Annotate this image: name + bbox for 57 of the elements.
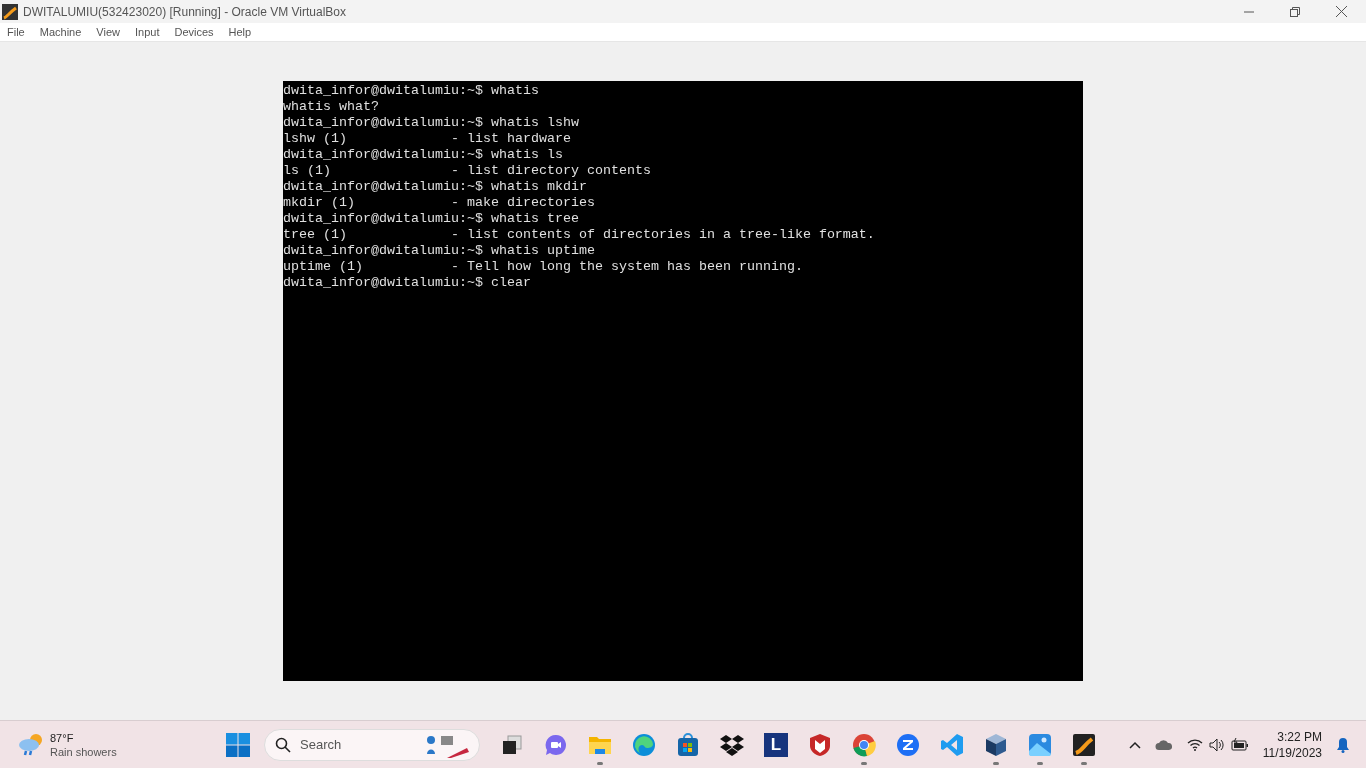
menu-item[interactable]: File <box>7 23 25 41</box>
window-title: DWITALUMIU(532423020) [Running] - Oracle VM VirtualBox <box>23 3 347 21</box>
chrome-icon <box>852 732 876 757</box>
taskbar-app-button[interactable]: L <box>758 722 794 767</box>
store-bag-icon <box>677 732 699 757</box>
menu-item[interactable]: Input <box>134 23 160 41</box>
app-logo-icon <box>2 3 18 20</box>
terminal-line: dwita_infor@dwitalumiu:~$ clear <box>283 275 531 291</box>
battery-icon[interactable] <box>1230 737 1249 752</box>
video-chat-icon <box>544 732 568 757</box>
running-indicator <box>597 761 603 765</box>
close-icon <box>1335 6 1347 17</box>
bell-icon[interactable] <box>1336 736 1350 753</box>
cloud-icon[interactable] <box>1154 738 1173 751</box>
search-icon <box>275 736 291 753</box>
menu-item[interactable]: Help <box>228 23 252 41</box>
terminal-line: dwita_infor@dwitalumiu:~$ whatis <box>283 83 539 99</box>
chevron-up-icon[interactable] <box>1128 740 1141 749</box>
task-view-icon <box>501 733 523 756</box>
windows-logo-icon <box>226 732 250 757</box>
terminal-line: dwita_infor@dwitalumiu:~$ whatis tree <box>283 211 579 227</box>
terminal-line: tree (1) - list contents of directories in a tree-like format. <box>283 227 875 243</box>
wifi-icon[interactable] <box>1186 738 1203 751</box>
search-input[interactable]: Search <box>300 734 414 755</box>
menu-item[interactable]: Machine <box>39 23 82 41</box>
terminal-line: dwita_infor@dwitalumiu:~$ whatis mkdir <box>283 179 587 195</box>
cube-icon <box>984 732 1008 757</box>
search-field[interactable]: Search <box>264 728 480 761</box>
running-indicator <box>1081 761 1087 765</box>
menu-item[interactable]: Devices <box>174 23 214 41</box>
code-editor-icon <box>940 732 964 757</box>
terminal-line: ls (1) - list directory contents <box>283 163 651 179</box>
terminal-line: whatis what? <box>283 99 379 115</box>
browser-icon <box>632 732 656 757</box>
running-indicator <box>993 761 999 765</box>
terminal-line: dwita_infor@dwitalumiu:~$ whatis lshw <box>283 115 579 131</box>
running-indicator <box>1037 761 1043 765</box>
terminal-line: mkdir (1) - make directories <box>283 195 595 211</box>
dropbox-icon <box>720 733 744 756</box>
terminal-line: uptime (1) - Tell how long the system has been running. <box>283 259 803 275</box>
shield-icon <box>809 732 831 757</box>
weather-temperature: 87°F <box>50 730 75 745</box>
photos-icon <box>1028 732 1052 757</box>
terminal-line: dwita_infor@dwitalumiu:~$ whatis uptime <box>283 243 595 259</box>
weather-condition: Rain showers <box>50 744 117 759</box>
menu-item[interactable]: View <box>96 23 120 41</box>
terminal-line: dwita_infor@dwitalumiu:~$ whatis ls <box>283 147 563 163</box>
clock-time[interactable]: 3:22 PM <box>1277 728 1322 745</box>
letter-logo-icon: L <box>764 732 788 757</box>
restore-icon <box>1290 6 1300 17</box>
weather-rain-icon <box>18 731 44 758</box>
speaker-icon[interactable] <box>1208 737 1225 752</box>
terminal-line: lshw (1) - list hardware <box>283 131 571 147</box>
clock-date[interactable]: 11/19/2023 <box>1262 744 1322 761</box>
z-logo-icon <box>896 732 920 757</box>
running-indicator <box>861 761 867 765</box>
virtualbox-icon <box>1072 732 1096 757</box>
